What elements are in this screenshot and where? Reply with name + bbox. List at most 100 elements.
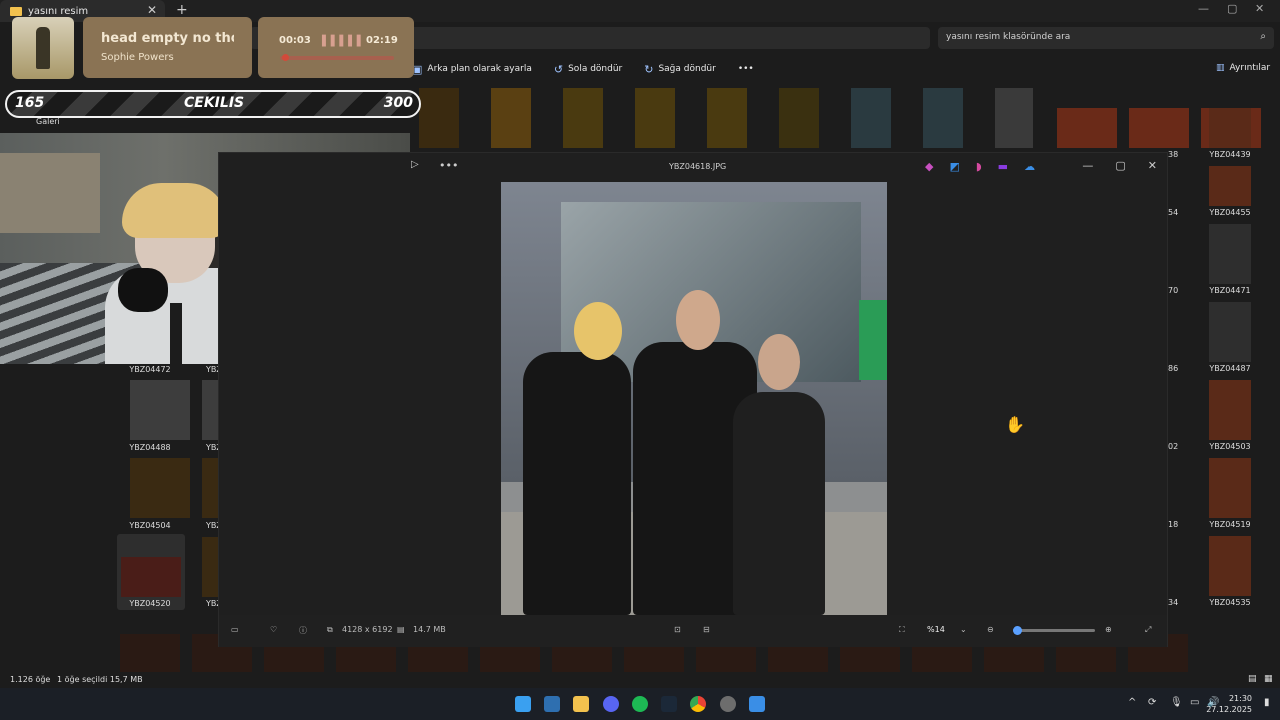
zoom-in-icon[interactable]: ⊕ (1105, 625, 1112, 634)
thumbnail[interactable] (635, 88, 675, 148)
ocr-icon[interactable]: ⊟ (703, 625, 710, 634)
thumbnail[interactable] (419, 88, 459, 148)
close-icon[interactable]: ✕ (1255, 2, 1264, 15)
thumbnail[interactable] (1129, 108, 1189, 148)
obs-icon[interactable] (720, 696, 736, 712)
photos-icon[interactable] (749, 696, 765, 712)
nav-galeri[interactable]: Galeri (36, 117, 60, 126)
tab-close-button[interactable]: ✕ (147, 3, 157, 17)
clipchamp-icon[interactable]: ▬ (998, 160, 1008, 173)
zoom-out-icon[interactable]: ⊖ (987, 625, 994, 634)
designer-icon[interactable]: ◗ (976, 160, 982, 173)
minimize-icon[interactable]: — (1198, 2, 1209, 15)
folder-icon (10, 6, 22, 16)
thumbnail[interactable] (923, 88, 963, 148)
thumbnail-label: YBZ04535 (1209, 598, 1251, 607)
thumbnail[interactable] (1209, 166, 1251, 206)
info-icon[interactable]: ⓘ (299, 625, 307, 636)
thumbnail[interactable] (1209, 302, 1251, 362)
thumbnail-label: YBZ04472 (129, 365, 171, 374)
zoom-slider[interactable] (1013, 626, 1095, 635)
microphone-icon[interactable]: 🎙 (1170, 697, 1183, 708)
photo-head-middle (676, 290, 720, 350)
giveaway-label: CEKILIS (184, 95, 245, 111)
file-explorer-icon[interactable] (573, 696, 589, 712)
viewer-minimize-icon[interactable]: — (1082, 159, 1093, 172)
details-view-icon[interactable]: ▤ (1248, 674, 1257, 684)
fullscreen-icon[interactable]: ⤢ (1145, 625, 1151, 635)
more-options-button[interactable]: ••• (738, 64, 754, 74)
viewer-close-icon[interactable]: ✕ (1148, 159, 1157, 172)
search-input[interactable]: yasını resim klasöründe ara (938, 27, 1274, 49)
thumbnail[interactable] (563, 88, 603, 148)
dimensions-icon: ⧉ (327, 625, 333, 634)
discord-icon[interactable] (603, 696, 619, 712)
thumbnail[interactable] (1209, 108, 1251, 148)
viewer-filename: YBZ04618.JPG (669, 162, 727, 171)
thumbnail[interactable] (202, 537, 218, 597)
thumbnail[interactable] (995, 88, 1033, 148)
favorite-icon[interactable]: ♡ (270, 625, 277, 634)
tray-chevron-icon[interactable]: ^ (1128, 697, 1136, 708)
details-button[interactable]: ▥ Ayrıntılar (1216, 63, 1270, 73)
zoom-dropdown-icon[interactable]: ⌄ (960, 625, 967, 634)
thumbnail[interactable] (851, 88, 891, 148)
thumbnail[interactable] (1209, 536, 1251, 596)
viewer-app-icons: ◆ ◩ ◗ ▬ ☁ (925, 160, 1035, 173)
new-tab-button[interactable]: + (176, 2, 188, 18)
thumbnail[interactable] (1057, 108, 1117, 148)
thumbnail[interactable] (202, 458, 218, 518)
slideshow-icon[interactable]: ▷ (411, 159, 419, 170)
rotate-left-button[interactable]: ↺ Sola döndür (554, 63, 622, 76)
thumbnail[interactable] (202, 380, 218, 440)
tiles-view-icon[interactable]: ▦ (1264, 674, 1273, 684)
thumbnail[interactable] (1209, 458, 1251, 518)
duration: 02:19 (366, 35, 398, 46)
app-icon[interactable] (544, 696, 560, 712)
thumbnail-label: YBZ04487 (1209, 364, 1251, 373)
spotify-icon[interactable] (632, 696, 648, 712)
fit-to-window-icon[interactable]: ⛶ (899, 625, 905, 635)
start-icon[interactable] (515, 696, 531, 712)
steam-icon[interactable] (661, 696, 677, 712)
thumbnail[interactable] (1209, 224, 1251, 284)
thumbnail[interactable] (491, 88, 531, 148)
thumbnail[interactable] (120, 634, 180, 672)
notification-icon[interactable]: ▮ (1264, 697, 1270, 708)
thumbnail-label: YBZ04488 (129, 443, 171, 452)
webcam-shelf (0, 153, 100, 233)
viewer-window-controls: — ▢ ✕ (1082, 159, 1157, 172)
sync-icon[interactable]: ⟳ (1148, 697, 1156, 708)
photo-person-left (523, 352, 631, 615)
thumbnail[interactable] (1209, 380, 1251, 440)
network-icon[interactable]: ▭ (1190, 697, 1199, 708)
clock[interactable]: 21:30 27.12.2025 (1206, 693, 1252, 715)
thumbnail[interactable] (130, 458, 190, 518)
webcam-tie (170, 303, 182, 364)
chrome-icon[interactable] (690, 696, 706, 712)
image-dimensions: 4128 x 6192 (342, 625, 393, 634)
visual-search-icon[interactable]: ⊡ (674, 625, 681, 634)
maximize-icon[interactable]: ▢ (1227, 2, 1237, 15)
filmstrip-icon[interactable]: ▭ (231, 625, 239, 634)
zoom-slider-thumb[interactable] (1013, 626, 1022, 635)
edit-icon[interactable]: ◩ (949, 160, 959, 173)
toolbar: ▣ Arka plan olarak ayarla ↺ Sola döndür … (412, 58, 754, 80)
search-icon[interactable]: ⌕ (1260, 31, 1266, 42)
onedrive-icon[interactable]: ☁ (1024, 160, 1035, 173)
set-wallpaper-button[interactable]: ▣ Arka plan olarak ayarla (412, 63, 532, 76)
photo-head-right (758, 334, 800, 390)
thumbnail[interactable] (130, 380, 190, 440)
thumbnail[interactable] (779, 88, 819, 148)
zoom-level[interactable]: %14 (927, 625, 945, 634)
viewer-more-button[interactable]: ••• (439, 159, 458, 172)
now-playing-card: head empty no thoughts Sophie Powers (83, 17, 252, 78)
copilot-icon[interactable]: ◆ (925, 160, 933, 173)
webcam-microphone (118, 268, 168, 312)
rotate-right-button[interactable]: ↻ Sağa döndür (644, 63, 716, 76)
song-title: head empty no thoughts (101, 31, 234, 46)
thumbnail-selected[interactable] (121, 557, 181, 597)
thumbnail-label: YBZ04439 (1209, 150, 1251, 159)
viewer-maximize-icon[interactable]: ▢ (1115, 159, 1125, 172)
thumbnail[interactable] (707, 88, 747, 148)
